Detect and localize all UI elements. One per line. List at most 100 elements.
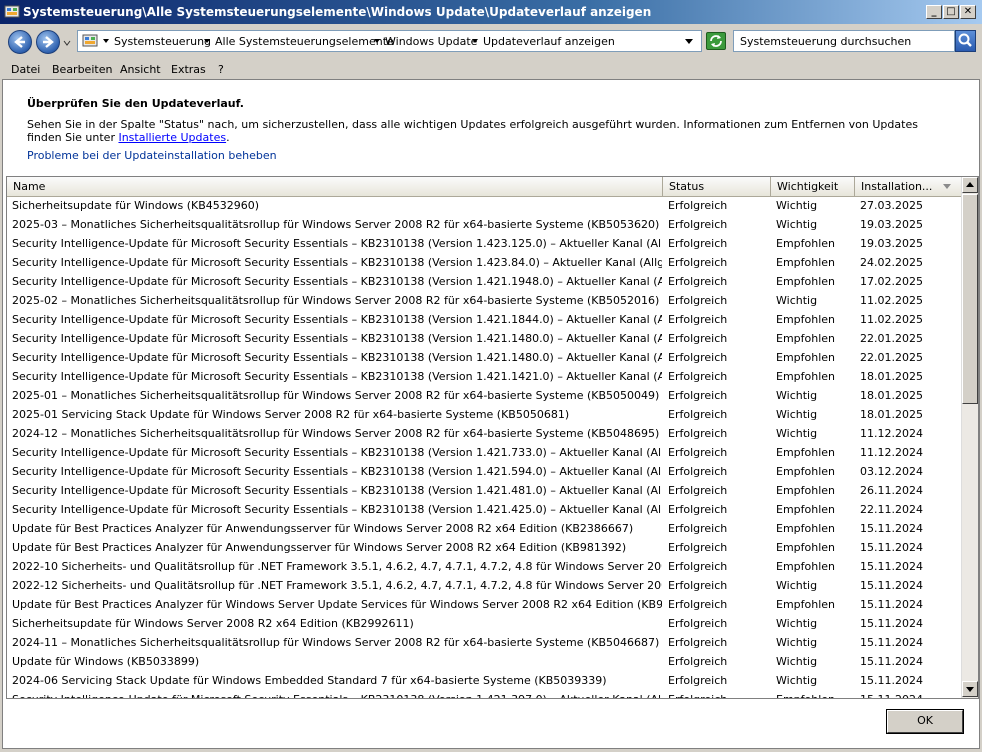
column-header-name[interactable]: Name — [7, 177, 663, 196]
menu-file[interactable]: Datei — [11, 63, 40, 76]
maximize-button[interactable]: □ — [943, 5, 959, 19]
search-input[interactable]: Systemsteuerung durchsuchen — [733, 30, 955, 52]
table-row[interactable]: Security Intelligence-Update für Microso… — [7, 253, 962, 272]
minimize-button[interactable]: _ — [926, 5, 942, 19]
column-header-installation-date[interactable]: Installation... — [855, 177, 962, 196]
breadcrumb-item[interactable]: Alle Systemsteuerungselemente — [215, 35, 394, 48]
cell-status: Erfolgreich — [668, 275, 728, 288]
table-row[interactable]: 2025-01 Servicing Stack Update für Windo… — [7, 405, 962, 424]
table-row[interactable]: Update für Best Practices Analyzer für A… — [7, 538, 962, 557]
cell-name: 2024-06 Servicing Stack Update für Windo… — [12, 674, 607, 687]
table-row[interactable]: Sicherheitsupdate für Windows (KB4532960… — [7, 196, 962, 215]
table-row[interactable]: Security Intelligence-Update für Microso… — [7, 272, 962, 291]
cell-name: 2024-12 – Monatliches Sicherheitsqualitä… — [12, 427, 660, 440]
cell-name: Security Intelligence-Update für Microso… — [12, 446, 662, 459]
table-row[interactable]: 2025-02 – Monatliches Sicherheitsqualitä… — [7, 291, 962, 310]
back-button[interactable] — [8, 30, 32, 54]
vertical-scrollbar[interactable] — [961, 177, 978, 698]
cell-status: Erfolgreich — [668, 484, 728, 497]
breadcrumb-item[interactable]: Windows Update — [385, 35, 477, 48]
window-title: Systemsteuerung\Alle Systemsteuerungsele… — [23, 5, 652, 19]
breadcrumb-item[interactable]: Systemsteuerung — [114, 35, 211, 48]
installed-updates-link[interactable]: Installierte Updates — [118, 131, 226, 144]
table-row[interactable]: Security Intelligence-Update für Microso… — [7, 367, 962, 386]
cell-importance: Empfohlen — [776, 484, 836, 497]
table-row[interactable]: Security Intelligence-Update für Microso… — [7, 348, 962, 367]
cell-installation-date: 22.01.2025 — [860, 332, 923, 345]
breadcrumb-separator-icon[interactable] — [374, 39, 380, 43]
cell-status: Erfolgreich — [668, 351, 728, 364]
breadcrumb-item[interactable]: Updateverlauf anzeigen — [483, 35, 615, 48]
cell-installation-date: 18.01.2025 — [860, 389, 923, 402]
table-row[interactable]: 2024-06 Servicing Stack Update für Windo… — [7, 671, 962, 690]
table-row[interactable]: 2024-11 – Monatliches Sicherheitsqualitä… — [7, 633, 962, 652]
cell-name: 2024-11 – Monatliches Sicherheitsqualitä… — [12, 636, 660, 649]
description-end: . — [226, 131, 230, 144]
arrow-left-icon — [14, 36, 25, 48]
breadcrumb-separator-icon[interactable] — [204, 39, 210, 43]
cell-name: Sicherheitsupdate für Windows Server 200… — [12, 617, 414, 630]
cell-importance: Empfohlen — [776, 370, 836, 383]
breadcrumb[interactable]: Systemsteuerung Alle Systemsteuerungsele… — [77, 30, 702, 52]
table-row[interactable]: Security Intelligence-Update für Microso… — [7, 481, 962, 500]
table-row[interactable]: 2025-01 – Monatliches Sicherheitsqualitä… — [7, 386, 962, 405]
breadcrumb-separator-icon[interactable] — [472, 39, 478, 43]
page-title: Überprüfen Sie den Updateverlauf. — [27, 97, 244, 110]
menu-edit[interactable]: Bearbeiten — [52, 63, 112, 76]
search-button[interactable] — [955, 30, 976, 52]
sort-descending-icon — [943, 184, 951, 189]
table-row[interactable]: Security Intelligence-Update für Microso… — [7, 329, 962, 348]
refresh-button[interactable] — [706, 32, 726, 50]
table-row[interactable]: 2025-03 – Monatliches Sicherheitsqualitä… — [7, 215, 962, 234]
cell-name: Sicherheitsupdate für Windows (KB4532960… — [12, 199, 260, 212]
table-row[interactable]: Security Intelligence-Update für Microso… — [7, 310, 962, 329]
table-row[interactable]: Security Intelligence-Update für Microso… — [7, 690, 962, 698]
forward-button[interactable] — [36, 30, 60, 54]
cell-importance: Empfohlen — [776, 522, 836, 535]
table-row[interactable]: Security Intelligence-Update für Microso… — [7, 462, 962, 481]
cell-name: Security Intelligence-Update für Microso… — [12, 237, 662, 250]
table-row[interactable]: Update für Best Practices Analyzer für W… — [7, 595, 962, 614]
table-row[interactable]: 2022-12 Sicherheits- und Qualitätsrollup… — [7, 576, 962, 595]
column-header-importance[interactable]: Wichtigkeit — [771, 177, 855, 196]
table-row[interactable]: 2022-10 Sicherheits- und Qualitätsrollup… — [7, 557, 962, 576]
table-row[interactable]: Security Intelligence-Update für Microso… — [7, 500, 962, 519]
cell-status: Erfolgreich — [668, 465, 728, 478]
cell-importance: Empfohlen — [776, 693, 856, 698]
column-header-status[interactable]: Status — [663, 177, 771, 196]
menu-tools[interactable]: Extras — [171, 63, 206, 76]
cell-installation-date: 22.01.2025 — [860, 351, 923, 364]
arrow-down-icon — [966, 687, 974, 692]
cell-name: Security Intelligence-Update für Microso… — [12, 693, 662, 698]
ok-button[interactable]: OK — [886, 709, 964, 734]
troubleshoot-link[interactable]: Probleme bei der Updateinstallation behe… — [27, 149, 277, 162]
cell-status: Erfolgreich — [668, 522, 728, 535]
scroll-down-button[interactable] — [962, 681, 978, 697]
address-dropdown-icon[interactable] — [685, 39, 693, 44]
cell-status: Erfolgreich — [668, 389, 728, 402]
cell-name: Security Intelligence-Update für Microso… — [12, 275, 662, 288]
recent-pages-chevron-icon[interactable] — [62, 38, 72, 48]
table-row[interactable]: Security Intelligence-Update für Microso… — [7, 443, 962, 462]
cell-status: Erfolgreich — [668, 313, 728, 326]
menu-help[interactable]: ? — [218, 63, 224, 76]
cell-status: Erfolgreich — [668, 655, 728, 668]
table-row[interactable]: 2024-12 – Monatliches Sicherheitsqualitä… — [7, 424, 962, 443]
cell-status: Erfolgreich — [668, 541, 728, 554]
column-header-installation-label: Installation... — [861, 180, 933, 193]
close-button[interactable]: ✕ — [960, 5, 976, 19]
table-row[interactable]: Sicherheitsupdate für Windows Server 200… — [7, 614, 962, 633]
scroll-up-button[interactable] — [962, 177, 978, 193]
table-row[interactable]: Update für Windows (KB5033899) Erfolgreic… — [7, 652, 962, 671]
scroll-thumb[interactable] — [962, 194, 978, 404]
arrow-right-icon — [43, 36, 54, 48]
table-row[interactable]: Update für Best Practices Analyzer für A… — [7, 519, 962, 538]
page-description: Sehen Sie in der Spalte "Status" nach, u… — [27, 118, 947, 144]
control-panel-icon — [82, 34, 98, 47]
breadcrumb-separator-icon[interactable] — [103, 39, 109, 43]
cell-installation-date: 26.11.2024 — [860, 484, 923, 497]
cell-status: Erfolgreich — [668, 674, 728, 687]
table-row[interactable]: Security Intelligence-Update für Microso… — [7, 234, 962, 253]
menu-view[interactable]: Ansicht — [120, 63, 161, 76]
title-bar[interactable]: Systemsteuerung\Alle Systemsteuerungsele… — [0, 0, 982, 24]
